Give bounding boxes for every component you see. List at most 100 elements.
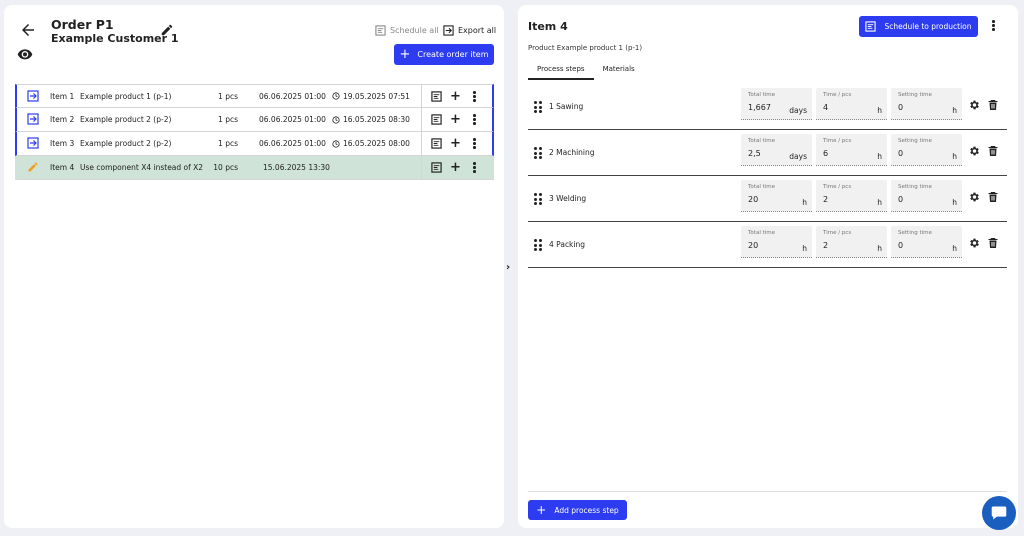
- field-label: Time / pcs: [823, 138, 852, 144]
- step-name: 2 Machining: [549, 148, 595, 157]
- item-scheduled-date: 19.05.2025 07:51: [332, 92, 410, 101]
- eye-icon[interactable]: [17, 48, 33, 60]
- export-icon: [443, 25, 454, 36]
- schedule-to-production-button[interactable]: Schedule to production: [859, 16, 978, 37]
- item-description: Example product 2 (p-2): [80, 115, 172, 124]
- field-value: 0: [898, 241, 904, 250]
- item-quantity: 10 pcs: [213, 163, 238, 172]
- field-unit: h: [802, 244, 807, 253]
- schedule-item-icon[interactable]: [431, 114, 442, 125]
- item-scheduled-date-text: 16.05.2025 08:30: [343, 115, 410, 124]
- total-time-field[interactable]: Total time 2,5 days: [741, 134, 812, 166]
- item-description: Example product 2 (p-2): [80, 139, 172, 148]
- order-item-row[interactable]: Item 3 Example product 2 (p-2) 1 pcs 06.…: [15, 132, 494, 156]
- field-unit: days: [789, 152, 807, 161]
- order-item-row[interactable]: Item 1 Example product 1 (p-1) 1 pcs 06.…: [15, 84, 494, 108]
- edit-pencil-icon[interactable]: [160, 23, 174, 37]
- clock-icon: [332, 139, 340, 148]
- schedule-item-icon[interactable]: [431, 91, 442, 102]
- tab-process-steps[interactable]: Process steps: [528, 63, 594, 80]
- gear-icon[interactable]: [968, 145, 980, 157]
- more-menu-icon[interactable]: [469, 114, 480, 125]
- process-step: 4 Packing Total time 20 h Time / pcs 2 h Set…: [528, 222, 1007, 268]
- gear-icon[interactable]: [968, 237, 980, 249]
- add-icon[interactable]: +: [450, 161, 461, 174]
- schedule-all-button[interactable]: Schedule all: [375, 25, 439, 36]
- drag-handle-icon[interactable]: [534, 147, 542, 159]
- trash-icon[interactable]: [988, 99, 998, 111]
- item-scheduled-date: 16.05.2025 08:30: [332, 115, 410, 124]
- total-time-field[interactable]: Total time 20 h: [741, 180, 812, 212]
- process-steps-list: 1 Sawing Total time 1,667 days Time / pcs 4…: [528, 84, 1007, 268]
- export-all-button[interactable]: Export all: [443, 25, 496, 36]
- time-per-pcs-field[interactable]: Time / pcs 6 h: [816, 134, 887, 166]
- schedule-all-label: Schedule all: [390, 26, 439, 35]
- item-scheduled-date-text: 16.05.2025 08:00: [343, 139, 410, 148]
- schedule-to-production-label: Schedule to production: [884, 22, 972, 31]
- field-value: 2: [823, 241, 829, 250]
- order-title: Order P1: [51, 17, 114, 32]
- schedule-item-icon[interactable]: [431, 138, 442, 149]
- step-name: 1 Sawing: [549, 102, 584, 111]
- create-order-item-button[interactable]: + Create order item: [394, 44, 494, 65]
- more-menu-icon[interactable]: [469, 138, 480, 149]
- field-value: 0: [898, 195, 904, 204]
- drag-handle-icon[interactable]: [534, 193, 542, 205]
- item-actions: +: [421, 108, 480, 131]
- chat-bubble-icon[interactable]: [982, 496, 1016, 530]
- order-item-row-active[interactable]: Item 4 Use component X4 instead of X2 10…: [15, 156, 494, 180]
- create-order-item-label: Create order item: [417, 50, 489, 59]
- schedule-icon: [375, 25, 386, 36]
- time-per-pcs-field[interactable]: Time / pcs 4 h: [816, 88, 887, 120]
- item-name: Item 3: [50, 139, 75, 148]
- field-unit: h: [952, 106, 957, 115]
- tab-materials[interactable]: Materials: [594, 63, 644, 80]
- process-step: 2 Machining Total time 2,5 days Time / pcs…: [528, 130, 1007, 176]
- item-quantity: 1 pcs: [218, 115, 238, 124]
- add-icon[interactable]: +: [450, 90, 461, 103]
- time-per-pcs-field[interactable]: Time / pcs 2 h: [816, 226, 887, 258]
- field-value: 4: [823, 103, 829, 112]
- plus-icon: +: [536, 503, 547, 517]
- schedule-item-icon[interactable]: [431, 162, 442, 173]
- gear-icon[interactable]: [968, 99, 980, 111]
- field-unit: h: [952, 244, 957, 253]
- add-icon[interactable]: +: [450, 113, 461, 126]
- clock-icon: [332, 92, 340, 100]
- total-time-field[interactable]: Total time 1,667 days: [741, 88, 812, 120]
- item-detail-panel: Item 4 Schedule to production Product Ex…: [518, 5, 1018, 528]
- item-enter-icon: [27, 137, 39, 149]
- add-process-step-label: Add process step: [554, 505, 619, 515]
- field-unit: h: [877, 106, 882, 115]
- field-label: Time / pcs: [823, 184, 852, 190]
- setting-time-field[interactable]: Setting time 0 h: [891, 88, 962, 120]
- chevron-right-icon[interactable]: ›: [506, 262, 516, 274]
- back-arrow-icon[interactable]: [19, 21, 37, 39]
- item-description: Example product 1 (p-1): [80, 91, 172, 101]
- gear-icon[interactable]: [968, 191, 980, 203]
- time-per-pcs-field[interactable]: Time / pcs 2 h: [816, 180, 887, 212]
- more-menu-icon[interactable]: [992, 20, 995, 31]
- total-time-field[interactable]: Total time 20 h: [741, 226, 812, 258]
- trash-icon[interactable]: [988, 191, 998, 203]
- setting-time-field[interactable]: Setting time 0 h: [891, 226, 962, 258]
- trash-icon[interactable]: [988, 237, 998, 249]
- field-unit: h: [877, 244, 882, 253]
- drag-handle-icon[interactable]: [534, 239, 542, 251]
- field-value: 0: [898, 103, 904, 112]
- order-item-row[interactable]: Item 2 Example product 2 (p-2) 1 pcs 06.…: [15, 108, 494, 132]
- setting-time-field[interactable]: Setting time 0 h: [891, 134, 962, 166]
- trash-icon[interactable]: [988, 145, 998, 157]
- field-value: 2: [823, 195, 829, 204]
- field-unit: h: [802, 198, 807, 207]
- item-scheduled-date: 16.05.2025 08:00: [332, 139, 410, 148]
- field-value: 6: [823, 149, 829, 158]
- item-enter-icon: [27, 113, 39, 125]
- field-label: Total time: [748, 138, 776, 144]
- drag-handle-icon[interactable]: [534, 101, 542, 113]
- more-menu-icon[interactable]: [469, 91, 480, 102]
- add-icon[interactable]: +: [450, 137, 461, 150]
- add-process-step-button[interactable]: + Add process step: [528, 500, 627, 520]
- setting-time-field[interactable]: Setting time 0 h: [891, 180, 962, 212]
- more-menu-icon[interactable]: [469, 162, 480, 173]
